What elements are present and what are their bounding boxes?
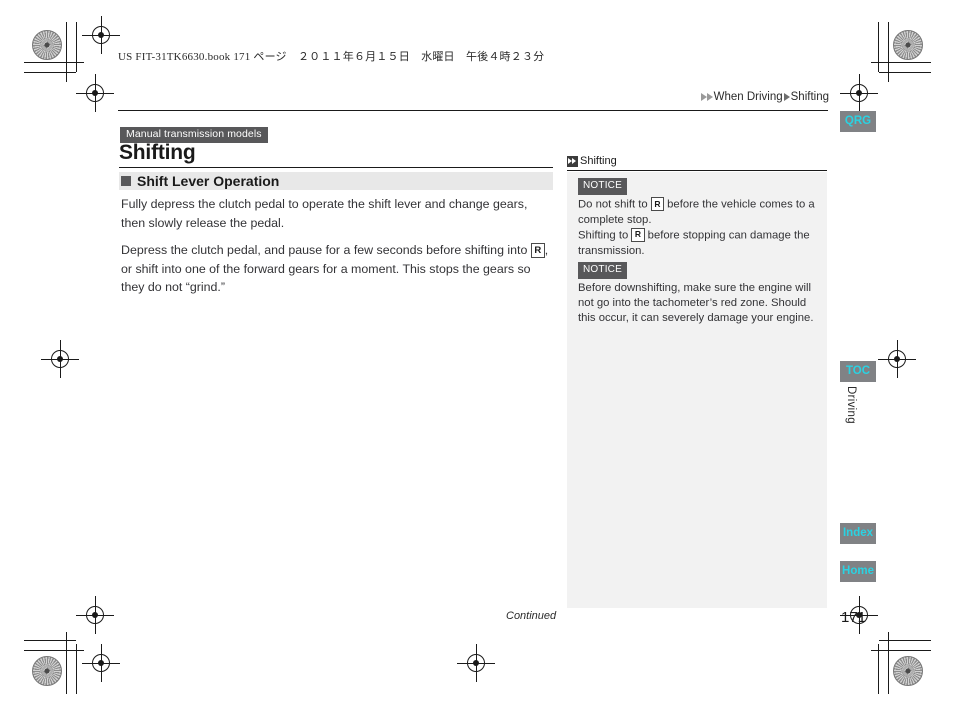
body-paragraph-1: Fully depress the clutch pedal to operat… xyxy=(121,197,528,230)
crop-mark xyxy=(879,640,931,641)
section-heading-label: Shift Lever Operation xyxy=(137,173,280,189)
continued-label: Continued xyxy=(506,610,557,622)
notice-text: Do not shift to R before the vehicle com… xyxy=(578,197,822,259)
crop-mark xyxy=(871,650,931,651)
crop-mark xyxy=(878,22,879,72)
registration-target-top-left xyxy=(76,74,114,112)
halftone-circle-top-right xyxy=(893,30,923,60)
page-title: Shifting xyxy=(119,141,196,164)
breadcrumb-item-when-driving[interactable]: When Driving xyxy=(714,91,783,103)
crop-mark xyxy=(24,62,84,63)
registration-target-right-middle xyxy=(878,340,916,378)
tab-home[interactable]: Home xyxy=(840,561,876,582)
tab-qrg[interactable]: QRG xyxy=(840,111,876,132)
reverse-gear-glyph: R xyxy=(530,243,545,258)
chevron-right-icon xyxy=(706,93,713,101)
halftone-circle-top-left xyxy=(32,30,62,60)
notice-tag: NOTICE xyxy=(578,262,627,279)
registration-target-top-inner xyxy=(82,16,120,54)
crop-mark xyxy=(76,22,77,72)
notice-text: Before downshifting, make sure the engin… xyxy=(578,282,814,325)
halftone-circle-bottom-right xyxy=(893,656,923,686)
crop-mark xyxy=(879,72,931,73)
crop-mark xyxy=(66,22,67,82)
registration-target-top-right xyxy=(840,74,878,112)
header-divider xyxy=(118,110,828,111)
tab-index[interactable]: Index xyxy=(840,523,876,544)
notice-block: NOTICE Before downshifting, make sure th… xyxy=(578,259,822,327)
section-label-driving: Driving xyxy=(845,386,857,424)
crop-mark xyxy=(24,640,76,641)
reverse-gear-glyph: R xyxy=(631,227,645,242)
crop-mark xyxy=(878,644,879,694)
registration-target-bottom-left xyxy=(76,596,114,634)
notice-text-line-c: Shifting to xyxy=(578,229,629,242)
notice-tag: NOTICE xyxy=(578,178,627,195)
chevron-right-icon xyxy=(783,93,790,101)
paragraph-2-text-a: Depress the clutch pedal, and pause for … xyxy=(121,243,528,257)
crop-mark xyxy=(66,632,67,694)
sidebar-header-label: Shifting xyxy=(580,155,617,167)
breadcrumb-item-shifting[interactable]: Shifting xyxy=(791,91,829,103)
title-divider xyxy=(119,167,553,168)
registration-target-bottom-middle xyxy=(457,644,495,682)
tab-toc[interactable]: TOC xyxy=(840,361,876,382)
print-job-line: US FIT-31TK6630.book 171 ページ ２０１１年６月１５日 … xyxy=(118,51,545,63)
crop-mark xyxy=(24,650,84,651)
crop-mark xyxy=(871,62,931,63)
page-number: 171 xyxy=(841,609,867,626)
reverse-gear-glyph: R xyxy=(650,197,664,211)
breadcrumb: When Driving Shifting xyxy=(700,91,830,103)
registration-target-left-middle xyxy=(41,340,79,378)
notice-block: NOTICE Do not shift to R before the vehi… xyxy=(578,175,822,259)
crop-mark xyxy=(24,72,76,73)
crop-mark xyxy=(888,22,889,82)
section-heading: Shift Lever Operation xyxy=(121,172,279,190)
registration-target-bottom-inner xyxy=(82,644,120,682)
square-bullet-icon xyxy=(121,176,131,186)
body-paragraph-2: Depress the clutch pedal, and pause for … xyxy=(121,241,553,297)
crop-mark xyxy=(888,632,889,694)
crop-mark xyxy=(76,644,77,694)
sidebar-header: Shifting xyxy=(567,155,617,167)
notice-text-line-a: Do not shift to xyxy=(578,198,648,211)
halftone-circle-bottom-left xyxy=(32,656,62,686)
double-chevron-icon xyxy=(567,155,578,167)
